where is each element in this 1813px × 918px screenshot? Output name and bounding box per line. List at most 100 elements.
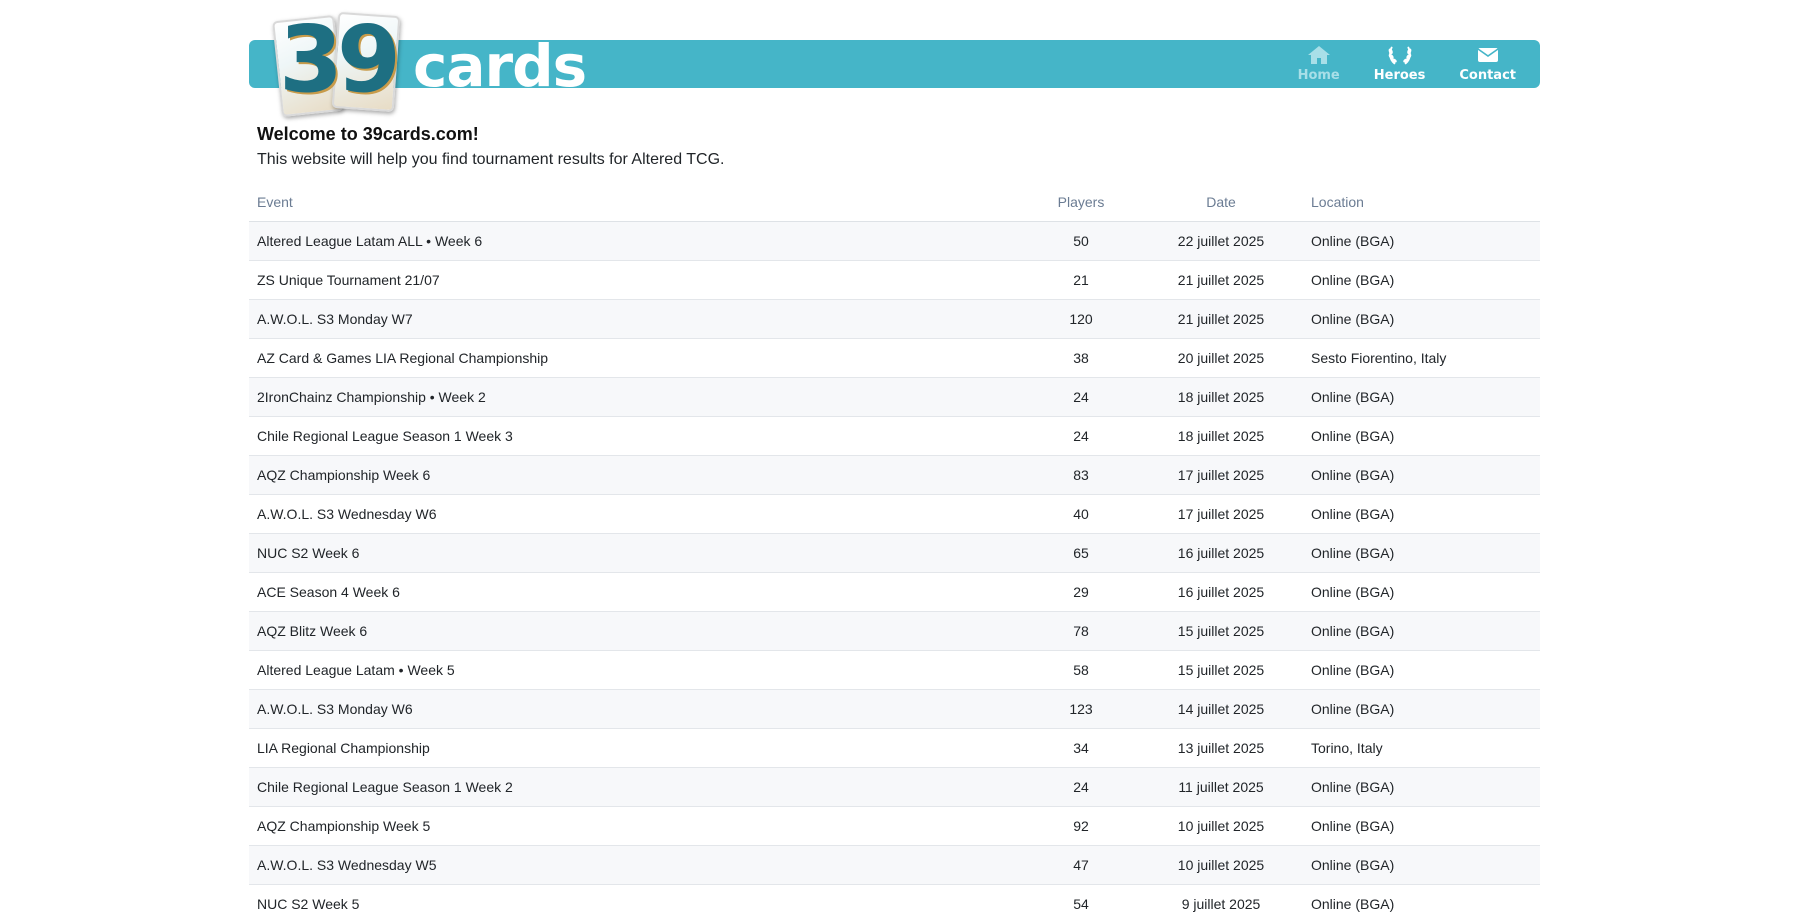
player-count: 40	[1023, 494, 1139, 534]
column-header-date[interactable]: Date	[1139, 183, 1303, 222]
table-row[interactable]: AQZ Blitz Week 6 78 15 juillet 2025 Online …	[249, 611, 1540, 651]
player-count: 123	[1023, 689, 1139, 729]
player-count: 24	[1023, 416, 1139, 456]
player-count: 47	[1023, 845, 1139, 885]
event-location: Online (BGA)	[1303, 494, 1540, 534]
table-row[interactable]: ZS Unique Tournament 21/07 21 21 juillet 2…	[249, 260, 1540, 300]
table-row[interactable]: A.W.O.L. S3 Monday W7 120 21 juillet 2025 O…	[249, 299, 1540, 339]
event-location: Online (BGA)	[1303, 689, 1540, 729]
player-count: 38	[1023, 338, 1139, 378]
event-name[interactable]: LIA Regional Championship	[249, 728, 1023, 768]
table-row[interactable]: ACE Season 4 Week 6 29 16 juillet 2025 Onli…	[249, 572, 1540, 612]
logo-digit-three: 3	[279, 6, 344, 113]
nav-heroes-label: Heroes	[1373, 68, 1426, 83]
event-date: 18 juillet 2025	[1139, 416, 1303, 456]
event-location: Online (BGA)	[1303, 455, 1540, 495]
table-row[interactable]: Altered League Latam • Week 5 58 15 juille…	[249, 650, 1540, 690]
table-body: Altered League Latam ALL • Week 6 50 22 ju…	[249, 221, 1540, 918]
event-name[interactable]: NUC S2 Week 5	[249, 884, 1023, 918]
welcome-heading: Welcome to 39cards.com!	[257, 124, 479, 144]
event-name[interactable]: ZS Unique Tournament 21/07	[249, 260, 1023, 300]
nav-home-label: Home	[1297, 68, 1340, 83]
nav-home[interactable]: Home	[1298, 44, 1340, 88]
event-location: Online (BGA)	[1303, 767, 1540, 807]
event-name[interactable]: Chile Regional League Season 1 Week 3	[249, 416, 1023, 456]
event-location: Online (BGA)	[1303, 845, 1540, 885]
event-date: 16 juillet 2025	[1139, 533, 1303, 573]
table-row[interactable]: AQZ Championship Week 5 92 10 juillet 2025…	[249, 806, 1540, 846]
table-row[interactable]: A.W.O.L. S3 Wednesday W6 40 17 juillet 202…	[249, 494, 1540, 534]
event-date: 22 juillet 2025	[1139, 221, 1303, 261]
event-location: Online (BGA)	[1303, 416, 1540, 456]
table-row[interactable]: LIA Regional Championship 34 13 juillet 20…	[249, 728, 1540, 768]
player-count: 78	[1023, 611, 1139, 651]
table-row[interactable]: Altered League Latam ALL • Week 6 50 22 ju…	[249, 221, 1540, 261]
event-name[interactable]: 2IronChainz Championship • Week 2	[249, 377, 1023, 417]
site-logo[interactable]: 3 9 cards	[263, 6, 587, 117]
event-date: 18 juillet 2025	[1139, 377, 1303, 417]
event-name[interactable]: Altered League Latam ALL • Week 6	[249, 221, 1023, 261]
event-date: 20 juillet 2025	[1139, 338, 1303, 378]
table-row[interactable]: Chile Regional League Season 1 Week 2 24 1…	[249, 767, 1540, 807]
column-header-location[interactable]: Location	[1303, 183, 1540, 222]
event-name[interactable]: NUC S2 Week 6	[249, 533, 1023, 573]
event-name[interactable]: A.W.O.L. S3 Monday W7	[249, 299, 1023, 339]
event-name[interactable]: A.W.O.L. S3 Wednesday W5	[249, 845, 1023, 885]
event-location: Online (BGA)	[1303, 884, 1540, 918]
welcome-tagline: This website will help you find tourname…	[257, 151, 725, 168]
player-count: 24	[1023, 767, 1139, 807]
event-date: 11 juillet 2025	[1139, 767, 1303, 807]
nav-contact-label: Contact	[1459, 68, 1516, 83]
event-date: 15 juillet 2025	[1139, 611, 1303, 651]
event-location: Online (BGA)	[1303, 572, 1540, 612]
envelope-icon	[1475, 44, 1501, 66]
nav-contact[interactable]: Contact	[1459, 44, 1516, 88]
event-name[interactable]: Altered League Latam • Week 5	[249, 650, 1023, 690]
player-count: 34	[1023, 728, 1139, 768]
player-count: 120	[1023, 299, 1139, 339]
event-name[interactable]: A.W.O.L. S3 Monday W6	[249, 689, 1023, 729]
event-location: Torino, Italy	[1303, 728, 1540, 768]
event-date: 21 juillet 2025	[1139, 299, 1303, 339]
laurel-icon	[1387, 44, 1413, 66]
event-date: 17 juillet 2025	[1139, 455, 1303, 495]
player-count: 65	[1023, 533, 1139, 573]
table-row[interactable]: A.W.O.L. S3 Wednesday W5 47 10 juillet 202…	[249, 845, 1540, 885]
page: 3 9 cards Home Heroes Contact Welcome to…	[0, 0, 1813, 918]
logo-digit-nine: 9	[337, 6, 402, 113]
event-name[interactable]: ACE Season 4 Week 6	[249, 572, 1023, 612]
event-name[interactable]: AQZ Championship Week 5	[249, 806, 1023, 846]
event-location: Online (BGA)	[1303, 377, 1540, 417]
nav-heroes[interactable]: Heroes	[1373, 44, 1426, 88]
event-date: 21 juillet 2025	[1139, 260, 1303, 300]
player-count: 21	[1023, 260, 1139, 300]
event-date: 13 juillet 2025	[1139, 728, 1303, 768]
table-row[interactable]: Chile Regional League Season 1 Week 3 24 1…	[249, 416, 1540, 456]
column-header-players[interactable]: Players	[1023, 183, 1139, 222]
table-header: Event Players Date Location	[249, 183, 1540, 222]
event-location: Online (BGA)	[1303, 806, 1540, 846]
event-date: 9 juillet 2025	[1139, 884, 1303, 918]
table-row[interactable]: NUC S2 Week 5 54 9 juillet 2025 Online (BGA…	[249, 884, 1540, 918]
event-name[interactable]: AZ Card & Games LIA Regional Championshi…	[249, 338, 1023, 378]
home-icon	[1306, 44, 1332, 66]
table-row[interactable]: NUC S2 Week 6 65 16 juillet 2025 Online (BG…	[249, 533, 1540, 573]
event-name[interactable]: A.W.O.L. S3 Wednesday W6	[249, 494, 1023, 534]
event-name[interactable]: Chile Regional League Season 1 Week 2	[249, 767, 1023, 807]
event-name[interactable]: AQZ Championship Week 6	[249, 455, 1023, 495]
event-location: Online (BGA)	[1303, 533, 1540, 573]
tournament-table: Event Players Date Location Altered Leag…	[249, 183, 1540, 918]
table-row[interactable]: 2IronChainz Championship • Week 2 24 18 ju…	[249, 377, 1540, 417]
player-count: 92	[1023, 806, 1139, 846]
event-date: 10 juillet 2025	[1139, 806, 1303, 846]
event-date: 17 juillet 2025	[1139, 494, 1303, 534]
event-name[interactable]: AQZ Blitz Week 6	[249, 611, 1023, 651]
table-row[interactable]: AZ Card & Games LIA Regional Championshi…	[249, 338, 1540, 378]
table-row[interactable]: AQZ Championship Week 6 83 17 juillet 2025…	[249, 455, 1540, 495]
player-count: 29	[1023, 572, 1139, 612]
player-count: 58	[1023, 650, 1139, 690]
player-count: 54	[1023, 884, 1139, 918]
table-row[interactable]: A.W.O.L. S3 Monday W6 123 14 juillet 2025 O…	[249, 689, 1540, 729]
column-header-event[interactable]: Event	[249, 183, 1023, 222]
main-nav: Home Heroes Contact	[1298, 44, 1516, 88]
